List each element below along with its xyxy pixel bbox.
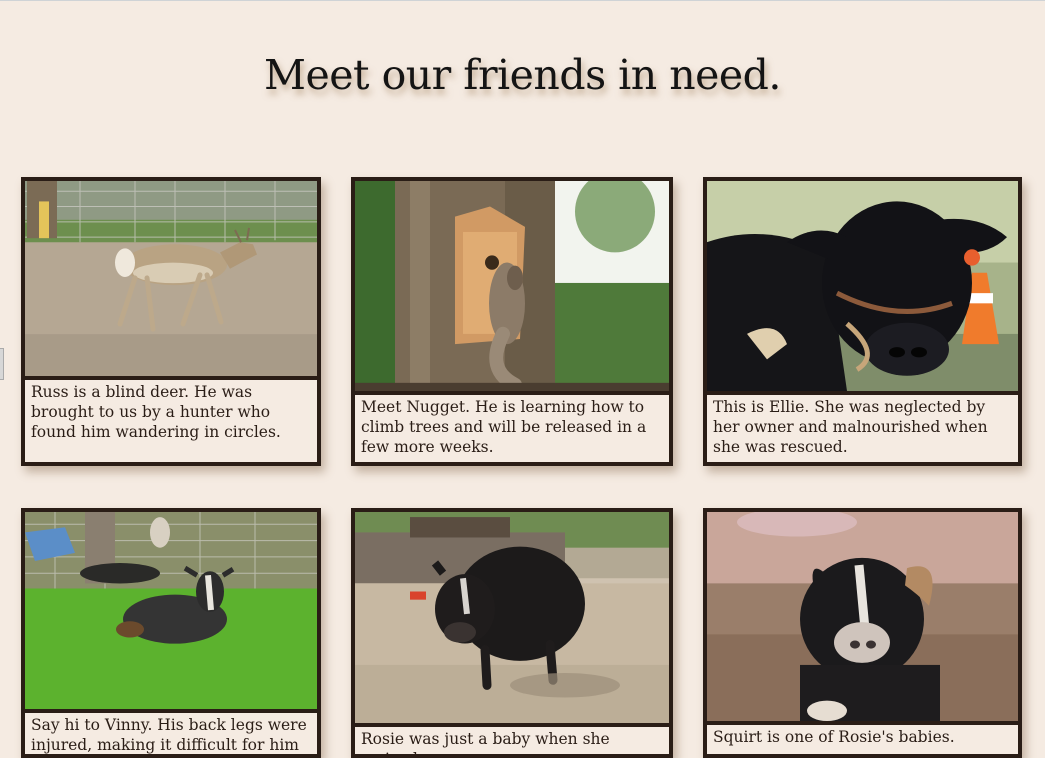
animal-caption: This is Ellie. She was neglected by her … bbox=[713, 398, 988, 456]
animal-card-squirt[interactable]: Squirt is one of Rosie's babies. bbox=[703, 508, 1022, 758]
animal-caption: Say hi to Vinny. His back legs were inju… bbox=[31, 716, 307, 754]
side-scroll-handle[interactable] bbox=[0, 348, 4, 380]
deer-photo bbox=[25, 181, 317, 380]
goat-photo bbox=[25, 512, 317, 713]
animal-caption: Rosie was just a baby when she arrived. bbox=[361, 730, 610, 754]
animal-card-vinny[interactable]: Say hi to Vinny. His back legs were inju… bbox=[21, 508, 321, 758]
animal-card-ellie[interactable]: This is Ellie. She was neglected by her … bbox=[703, 177, 1022, 466]
piglet-photo bbox=[707, 512, 1018, 725]
squirrel-photo bbox=[355, 181, 669, 395]
animal-caption: Squirt is one of Rosie's babies. bbox=[713, 728, 955, 746]
pig-photo bbox=[355, 512, 669, 727]
page-title: Meet our friends in need. bbox=[264, 51, 781, 99]
animal-caption: Meet Nugget. He is learning how to climb… bbox=[361, 398, 647, 456]
cow-photo bbox=[707, 181, 1018, 395]
animal-card-nugget[interactable]: Meet Nugget. He is learning how to climb… bbox=[351, 177, 673, 466]
animal-caption: Russ is a blind deer. He was brought to … bbox=[31, 383, 281, 441]
animal-card-rosie[interactable]: Rosie was just a baby when she arrived. bbox=[351, 508, 673, 758]
animal-card-russ[interactable]: Russ is a blind deer. He was brought to … bbox=[21, 177, 321, 466]
